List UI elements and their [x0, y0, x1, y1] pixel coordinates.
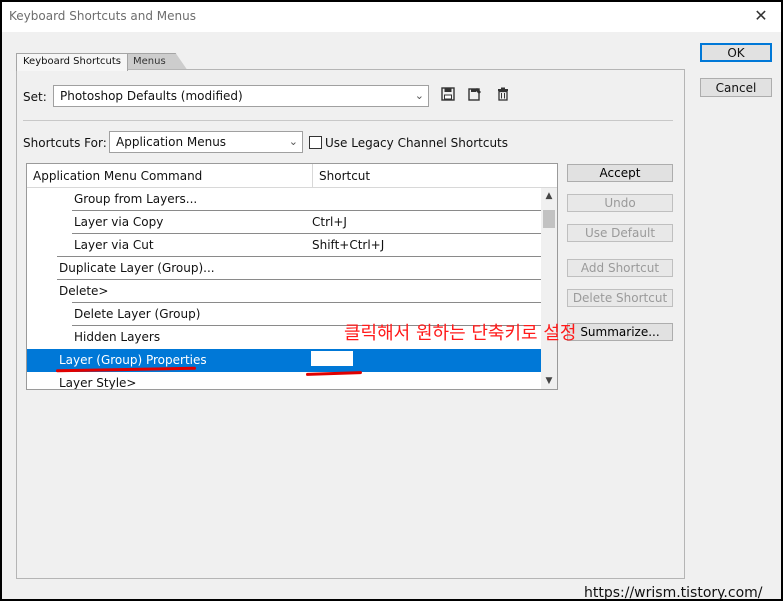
shortcuts-for-value: Application Menus — [116, 135, 227, 149]
title-bar: Keyboard Shortcuts and Menus ✕ — [2, 2, 781, 32]
summarize-button[interactable]: Summarize... — [567, 323, 673, 341]
set-select-value: Photoshop Defaults (modified) — [60, 89, 243, 103]
save-set-icon[interactable] — [439, 87, 457, 105]
scroll-down-icon[interactable]: ▼ — [541, 373, 557, 389]
set-label: Set: — [23, 90, 47, 104]
row-command: Hidden Layers — [74, 330, 161, 344]
shortcut-table: Application Menu Command Shortcut Group … — [26, 163, 558, 390]
shortcut-entry-input[interactable] — [310, 350, 354, 367]
column-header-command[interactable]: Application Menu Command — [27, 164, 313, 188]
row-command: Duplicate Layer (Group)... — [59, 261, 215, 275]
table-row[interactable]: Group from Layers... — [27, 188, 541, 211]
table-row[interactable]: Layer Style> — [27, 372, 541, 390]
table-row[interactable]: Delete> — [27, 280, 541, 303]
cancel-button[interactable]: Cancel — [700, 78, 772, 97]
chevron-down-icon: ⌄ — [414, 89, 424, 102]
delete-set-icon[interactable] — [494, 87, 512, 105]
tab-keyboard-shortcuts[interactable]: Keyboard Shortcuts — [16, 53, 128, 71]
legacy-channel-label: Use Legacy Channel Shortcuts — [325, 136, 509, 150]
row-command: Layer via Copy — [74, 215, 164, 229]
table-row[interactable]: Layer via Cut Shift+Ctrl+J — [27, 234, 541, 257]
annotation-text: 클릭해서 원하는 단축키로 설정 — [344, 323, 577, 344]
delete-shortcut-button[interactable]: Delete Shortcut — [567, 289, 673, 307]
save-as-set-icon[interactable] — [466, 87, 484, 105]
dialog-window: Keyboard Shortcuts and Menus ✕ OK Cancel… — [2, 2, 781, 601]
close-icon[interactable]: ✕ — [751, 6, 771, 26]
watermark-text: https://wrism.tistory.com/ — [584, 585, 763, 601]
scroll-thumb[interactable] — [543, 210, 555, 228]
window-title: Keyboard Shortcuts and Menus — [9, 9, 196, 23]
accept-button[interactable]: Accept — [567, 164, 673, 182]
row-command: Group from Layers... — [74, 192, 198, 206]
set-select[interactable]: Photoshop Defaults (modified) ⌄ — [53, 85, 429, 107]
ok-button[interactable]: OK — [700, 43, 772, 62]
row-command: Delete> — [59, 284, 109, 298]
row-command: Layer Style> — [59, 376, 137, 390]
row-shortcut: Shift+Ctrl+J — [312, 238, 385, 252]
row-command: Layer via Cut — [74, 238, 154, 252]
use-default-button[interactable]: Use Default — [567, 224, 673, 242]
legacy-channel-checkbox[interactable] — [309, 136, 322, 149]
vertical-scrollbar[interactable]: ▲ ▼ — [541, 188, 557, 389]
table-row[interactable]: Duplicate Layer (Group)... — [27, 257, 541, 280]
row-command: Delete Layer (Group) — [74, 307, 201, 321]
shortcuts-for-select[interactable]: Application Menus ⌄ — [109, 131, 303, 153]
chevron-down-icon: ⌄ — [288, 135, 298, 148]
divider — [23, 120, 673, 121]
row-shortcut: Ctrl+J — [312, 215, 347, 229]
undo-button[interactable]: Undo — [567, 194, 673, 212]
column-header-shortcut[interactable]: Shortcut — [313, 164, 557, 188]
add-shortcut-button[interactable]: Add Shortcut — [567, 259, 673, 277]
scroll-up-icon[interactable]: ▲ — [541, 188, 557, 204]
shortcuts-for-label: Shortcuts For: — [23, 136, 107, 150]
table-row[interactable]: Layer via Copy Ctrl+J — [27, 211, 541, 234]
